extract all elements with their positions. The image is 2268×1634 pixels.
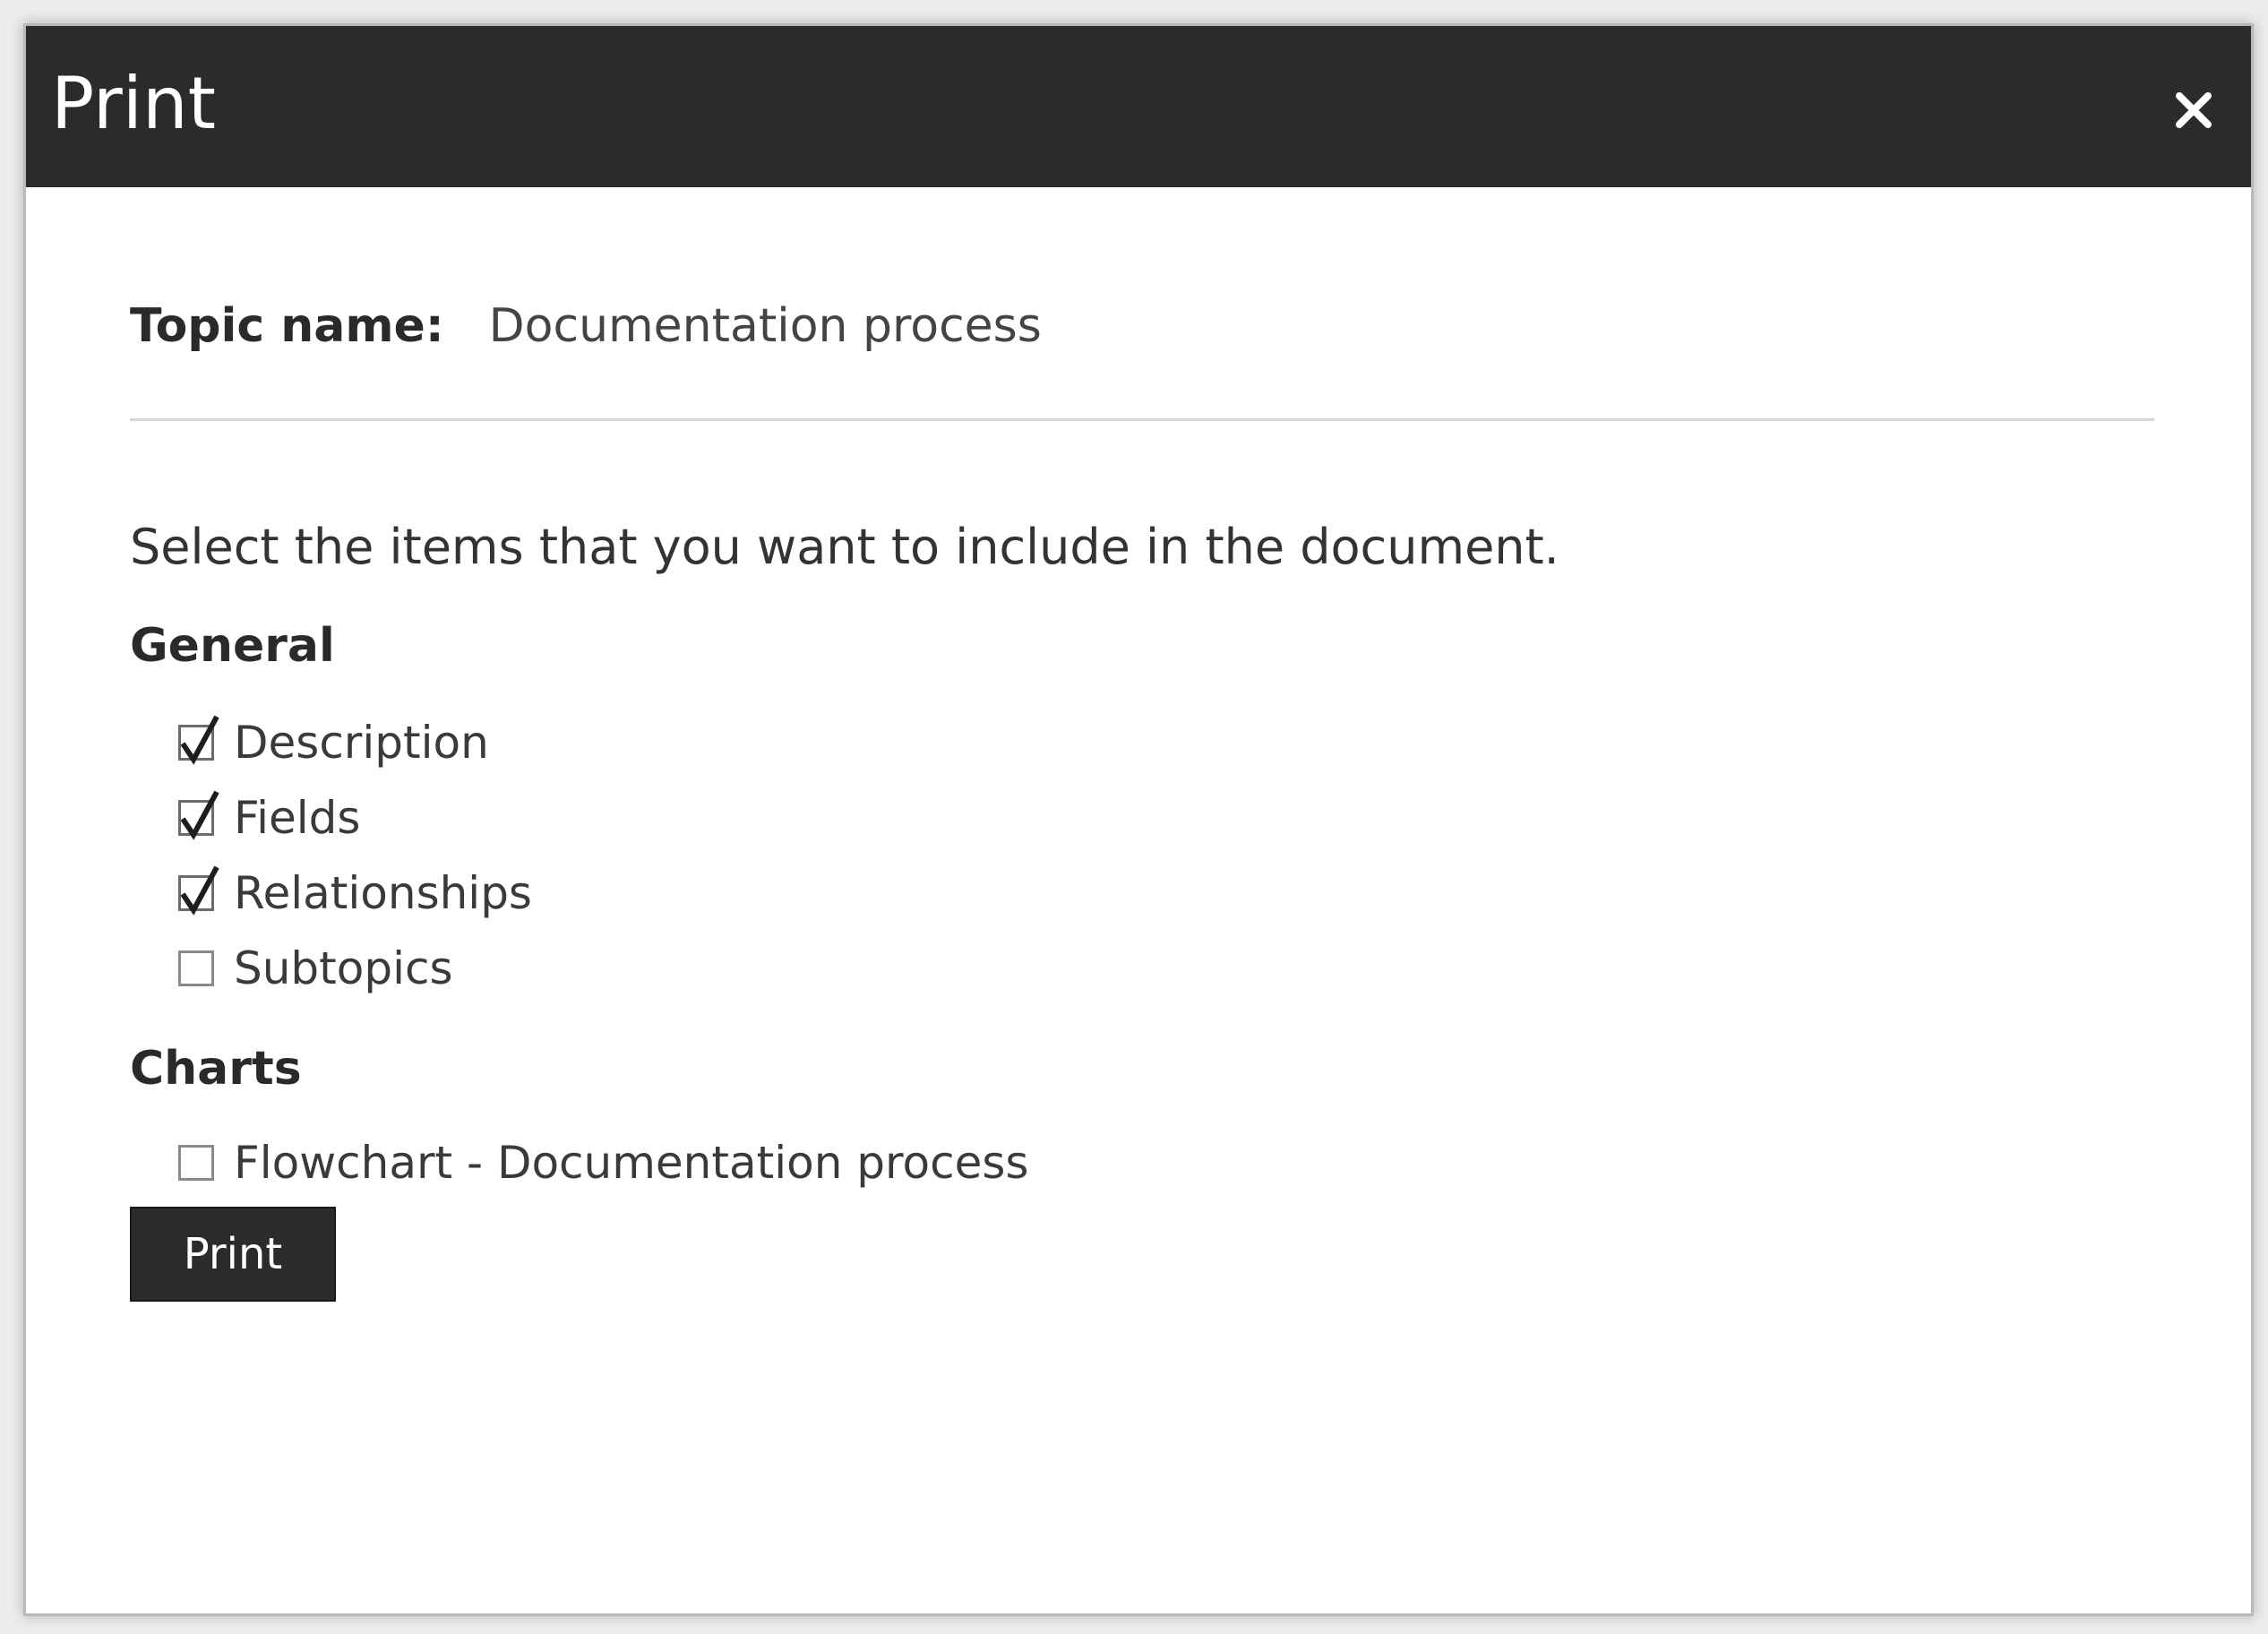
checkbox-fields[interactable] xyxy=(178,790,219,840)
checkbox-label: Fields xyxy=(234,792,361,844)
checkbox-description[interactable] xyxy=(178,715,219,765)
checkbox-subtopics[interactable] xyxy=(178,950,214,986)
section-title-general: General xyxy=(130,619,335,673)
checkbox-label: Description xyxy=(234,717,489,769)
checkbox-flowchart[interactable] xyxy=(178,1145,214,1181)
checkbox-row-flowchart[interactable]: Flowchart - Documentation process xyxy=(178,1131,1028,1194)
instruction-text: Select the items that you want to includ… xyxy=(130,519,1559,575)
checkbox-label: Relationships xyxy=(234,867,532,919)
checkbox-row-fields[interactable]: Fields xyxy=(178,787,360,849)
section-title-charts: Charts xyxy=(130,1042,302,1096)
topic-name-label: Topic name: xyxy=(130,299,444,353)
dialog-title: Print xyxy=(51,62,217,145)
print-dialog: Print Topic name: Documentation process … xyxy=(23,23,2254,1616)
print-button[interactable]: Print xyxy=(130,1207,336,1302)
checkbox-row-description[interactable]: Description xyxy=(178,711,489,774)
checkbox-label: Flowchart - Documentation process xyxy=(234,1137,1029,1189)
topic-row: Topic name: Documentation process xyxy=(130,295,1042,357)
checkbox-relationships[interactable] xyxy=(178,865,219,916)
checkbox-row-subtopics[interactable]: Subtopics xyxy=(178,937,453,1000)
close-icon xyxy=(2176,92,2212,128)
check-icon xyxy=(180,865,219,916)
checkbox-label: Subtopics xyxy=(234,942,453,994)
check-icon xyxy=(180,715,219,765)
topic-name-value: Documentation process xyxy=(488,299,1042,353)
close-button[interactable] xyxy=(2170,87,2217,133)
check-icon xyxy=(180,790,219,840)
checkbox-row-relationships[interactable]: Relationships xyxy=(178,862,532,924)
dialog-titlebar: Print xyxy=(26,26,2251,187)
divider xyxy=(130,418,2154,421)
